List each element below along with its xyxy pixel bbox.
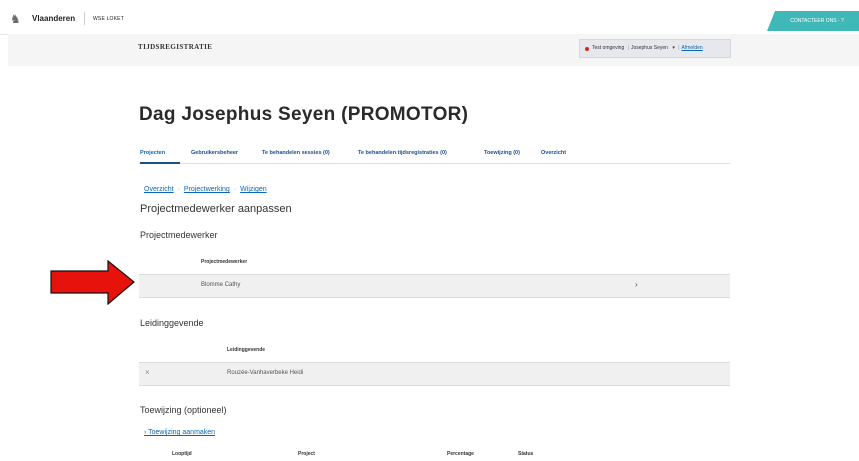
tab-sessies[interactable]: Te behandelen sessies (0) [262, 150, 330, 156]
env-label: Test omgeving [592, 45, 625, 51]
leidinggevende-value: Rouzée-Vanhaverbeke Heidi [227, 370, 304, 376]
app-title: TIJDSREGISTRATIE [138, 43, 213, 51]
tab-divider [139, 163, 730, 164]
active-tab-indicator [140, 162, 180, 164]
add-toewijzing-link[interactable]: › Toewijzing aanmaken [144, 429, 215, 436]
column-project: Project [298, 451, 315, 457]
red-arrow-icon [50, 260, 135, 305]
section-leidinggevende: Leidinggevende [140, 318, 204, 328]
logout-link[interactable]: Afmelden [682, 45, 703, 51]
column-status: Status [518, 451, 534, 457]
contact-button[interactable]: CONTACTEER ONS - ? [767, 11, 859, 31]
status-dot-icon [585, 46, 589, 51]
page-title: Projectmedewerker aanpassen [140, 203, 292, 215]
chevron-down-icon[interactable]: ▾ [672, 45, 675, 51]
table-row-projectmedewerker[interactable]: Blomme Cathy › [139, 274, 730, 298]
app-bar [8, 34, 859, 66]
column-looptijd: Looptijd [172, 451, 192, 457]
breadcrumb: Overzicht · Projectwerking · Wijzigen [144, 186, 267, 193]
user-name[interactable]: Josephus Seyen [631, 45, 668, 51]
page-heading: Dag Josephus Seyen (PROMOTOR) [139, 104, 469, 125]
section-toewijzing: Toewijzing (optioneel) [140, 405, 227, 415]
breadcrumb-wijzigen[interactable]: Wijzigen [240, 186, 266, 193]
vlaanderen-lion-icon: ♞ [10, 12, 21, 26]
tab-tijdsregistraties[interactable]: Te behandelen tijdsregistraties (0) [358, 150, 447, 156]
column-projectmedewerker: Projectmedewerker [201, 259, 248, 265]
table-row-leidinggevende: × Rouzée-Vanhaverbeke Heidi [139, 362, 730, 386]
tab-gebruikersbeheer[interactable]: Gebruikersbeheer [191, 150, 238, 156]
remove-icon[interactable]: × [145, 368, 150, 377]
tab-overzicht[interactable]: Overzicht [541, 150, 566, 156]
section-projectmedewerker: Projectmedewerker [140, 230, 218, 240]
loket-label[interactable]: WSE LOKET [93, 16, 124, 22]
divider [84, 12, 85, 25]
tab-toewijzing[interactable]: Toewijzing (0) [484, 150, 520, 156]
environment-box: Test omgeving | Josephus Seyen ▾ | Afmelde… [579, 39, 731, 58]
brand-label[interactable]: Vlaanderen [32, 14, 75, 23]
top-header: ♞ Vlaanderen WSE LOKET CONTACTEER ONS - … [0, 0, 859, 35]
projectmedewerker-value: Blomme Cathy [201, 282, 241, 288]
column-leidinggevende: Leidinggevende [227, 347, 266, 353]
chevron-right-icon[interactable]: › [635, 280, 638, 289]
tab-projecten[interactable]: Projecten [140, 150, 165, 156]
breadcrumb-overzicht[interactable]: Overzicht [144, 186, 174, 193]
column-percentage: Percentage [447, 451, 474, 457]
breadcrumb-projectwerking[interactable]: Projectwerking [184, 186, 230, 193]
